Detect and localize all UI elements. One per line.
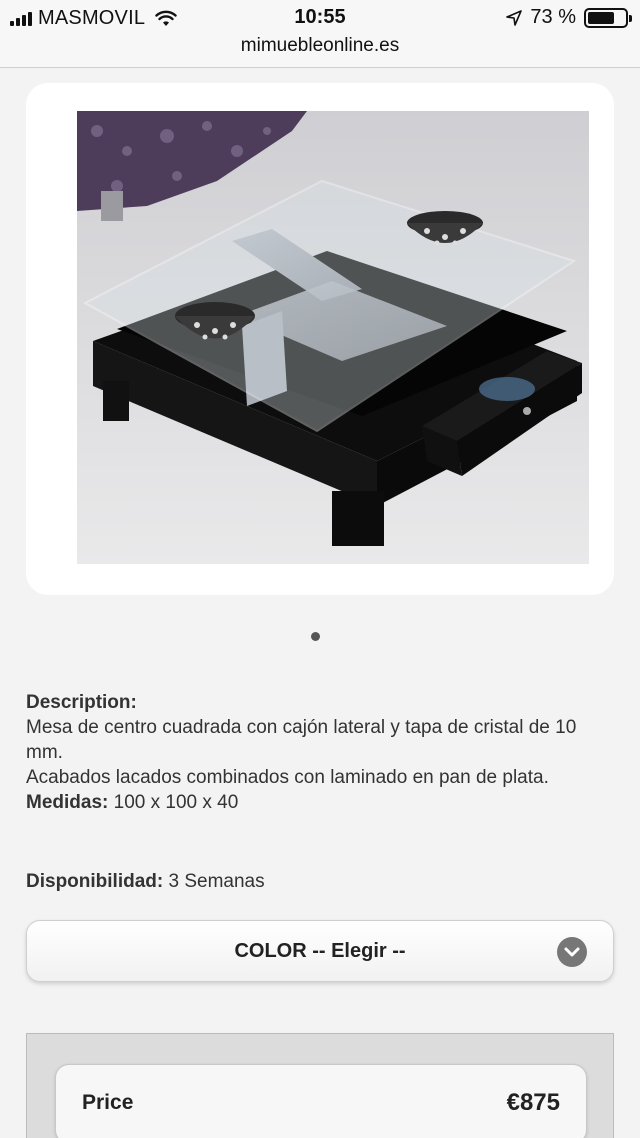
price-section: Price €875 bbox=[26, 1033, 614, 1138]
location-arrow-icon bbox=[506, 9, 523, 26]
medidas-label: Medidas: bbox=[26, 792, 109, 813]
price-value: €875 bbox=[506, 1089, 560, 1116]
description-heading: Description: bbox=[26, 692, 137, 713]
availability: Disponibilidad: 3 Semanas bbox=[26, 869, 265, 894]
color-select-label: COLOR -- Elegir -- bbox=[234, 939, 406, 962]
price-label: Price bbox=[82, 1091, 134, 1114]
url-text: mimuebleonline.es bbox=[240, 35, 400, 56]
availability-value: 3 Semanas bbox=[168, 871, 265, 892]
description-line-2: Acabados lacados combinados con laminado… bbox=[26, 767, 549, 788]
medidas-value: 100 x 100 x 40 bbox=[113, 792, 239, 813]
status-bar: MASMOVIL 10:55 73 % bbox=[0, 0, 640, 34]
address-bar[interactable]: mimuebleonline.es bbox=[0, 34, 640, 68]
chevron-down-icon bbox=[557, 937, 587, 967]
product-image-card[interactable] bbox=[26, 83, 614, 595]
product-description: Description: Mesa de centro cuadrada con… bbox=[26, 690, 606, 815]
price-card: Price €875 bbox=[55, 1064, 587, 1138]
battery-percentage: 73 % bbox=[530, 6, 576, 28]
color-select[interactable]: COLOR -- Elegir -- bbox=[26, 920, 614, 982]
gallery-page-indicator[interactable] bbox=[311, 632, 320, 641]
availability-label: Disponibilidad: bbox=[26, 871, 164, 892]
description-line-1: Mesa de centro cuadrada con cajón latera… bbox=[26, 717, 577, 763]
product-photo bbox=[77, 111, 589, 564]
battery-icon bbox=[584, 7, 632, 28]
